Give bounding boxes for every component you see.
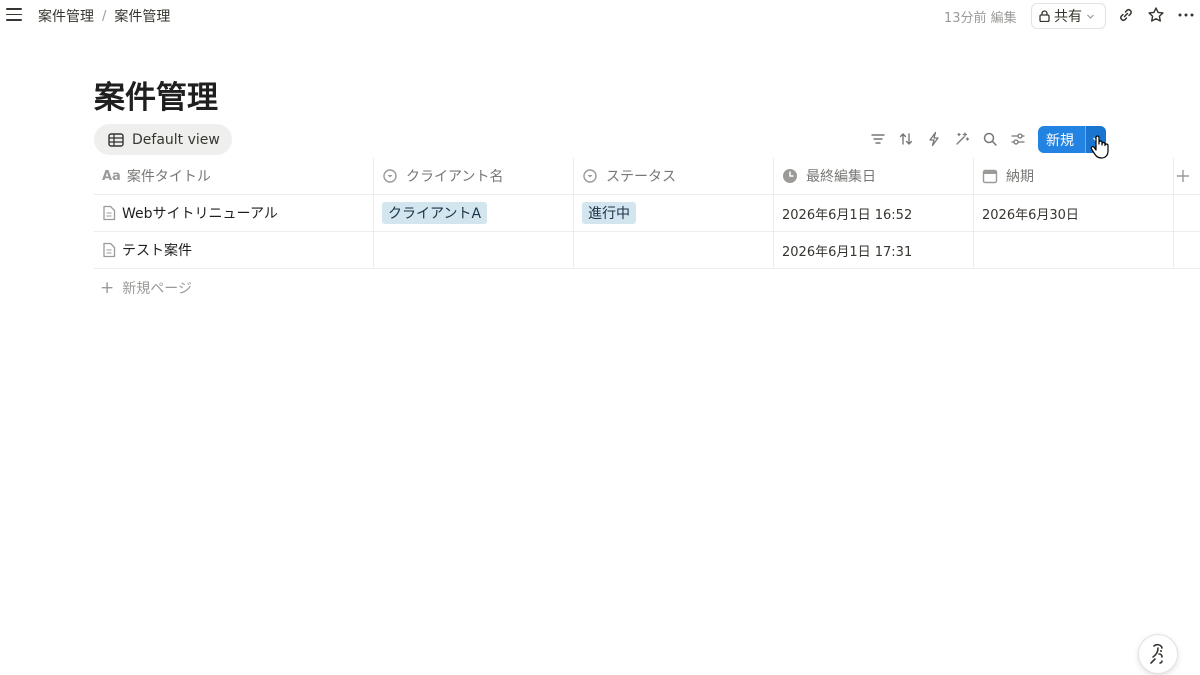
last-edited-text: 13分前 編集	[944, 11, 1017, 26]
due-value: 2026年6月30日	[982, 207, 1079, 223]
share-button[interactable]: 共有	[1031, 3, 1106, 29]
chevron-down-icon	[1087, 14, 1094, 19]
last-edited-cell: 2026年6月1日 16:52	[774, 195, 974, 231]
clock-icon	[783, 169, 797, 183]
status-cell[interactable]	[574, 232, 774, 268]
add-column-button[interactable]	[1174, 158, 1200, 194]
status-cell[interactable]: 進行中	[574, 195, 774, 231]
table-row[interactable]: Webサイトリニューアル クライアントA 進行中 2026年6月1日 16:52…	[94, 195, 1200, 232]
new-button-label: 新規	[1046, 132, 1074, 149]
search-icon[interactable]	[982, 131, 998, 147]
help-assistant-button[interactable]	[1138, 634, 1178, 674]
more-options-icon[interactable]	[1177, 6, 1195, 24]
row-title: テスト案件	[122, 243, 192, 259]
assistant-face-icon	[1150, 643, 1163, 664]
new-button[interactable]: 新規	[1038, 126, 1086, 153]
due-cell[interactable]	[974, 232, 1174, 268]
breadcrumb-item-parent[interactable]: 案件管理	[38, 6, 94, 26]
top-bar: 案件管理 / 案件管理 13分前 編集 共有	[0, 0, 1200, 30]
plus-icon	[1176, 169, 1190, 183]
table-row[interactable]: テスト案件 2026年6月1日 17:31	[94, 232, 1200, 269]
share-label: 共有	[1054, 9, 1082, 25]
title-cell[interactable]: Webサイトリニューアル	[94, 195, 374, 231]
calendar-icon	[982, 169, 998, 184]
page-icon	[103, 205, 116, 221]
breadcrumb: 案件管理 / 案件管理	[38, 6, 170, 26]
lock-icon	[1039, 10, 1050, 22]
ai-sparkle-icon[interactable]	[954, 131, 970, 147]
select-property-icon	[583, 169, 597, 183]
filter-icon[interactable]	[870, 131, 886, 147]
column-header-title[interactable]: Aa 案件タイトル	[94, 158, 374, 194]
view-tab-label: Default view	[132, 131, 220, 148]
breadcrumb-item-current[interactable]: 案件管理	[114, 6, 170, 26]
empty-cell	[1174, 232, 1200, 268]
plus-icon: +	[100, 278, 115, 298]
last-edited-value: 2026年6月1日 16:52	[782, 207, 913, 223]
title-cell[interactable]: テスト案件	[94, 232, 374, 268]
view-tab-default[interactable]: Default view	[94, 124, 232, 155]
column-header-status[interactable]: ステータス	[574, 158, 774, 194]
column-header-label: クライアント名	[406, 169, 504, 185]
column-header-label: 納期	[1006, 169, 1034, 185]
hand-cursor-icon	[1090, 135, 1109, 159]
view-settings-icon[interactable]	[1010, 131, 1026, 147]
page-title[interactable]: 案件管理	[94, 72, 218, 117]
client-tag: クライアントA	[382, 202, 488, 224]
star-icon[interactable]	[1147, 6, 1165, 24]
status-tag: 進行中	[582, 202, 636, 224]
table-header-row: Aa 案件タイトル クライアント名 ステータス 最終編集日 納期	[94, 158, 1200, 195]
link-icon[interactable]	[1117, 6, 1135, 24]
row-title: Webサイトリニューアル	[122, 206, 278, 222]
text-property-icon: Aa	[102, 168, 121, 184]
client-cell[interactable]: クライアントA	[374, 195, 574, 231]
page-icon	[103, 242, 116, 258]
column-header-client[interactable]: クライアント名	[374, 158, 574, 194]
menu-icon[interactable]	[6, 8, 22, 22]
automation-bolt-icon[interactable]	[926, 131, 942, 147]
column-header-label: ステータス	[606, 169, 676, 185]
last-edited-value: 2026年6月1日 17:31	[782, 244, 913, 260]
empty-cell	[1174, 195, 1200, 231]
new-page-label: 新規ページ	[122, 281, 192, 297]
last-edited-cell: 2026年6月1日 17:31	[774, 232, 974, 268]
table-icon	[108, 132, 124, 147]
column-header-last-edited[interactable]: 最終編集日	[774, 158, 974, 194]
select-property-icon	[383, 169, 397, 183]
due-cell[interactable]: 2026年6月30日	[974, 195, 1174, 231]
client-cell[interactable]	[374, 232, 574, 268]
database-table: Aa 案件タイトル クライアント名 ステータス 最終編集日 納期 Webサイトリ…	[94, 158, 1200, 269]
new-page-button[interactable]: + 新規ページ	[100, 278, 192, 298]
column-header-due[interactable]: 納期	[974, 158, 1174, 194]
sort-icon[interactable]	[898, 131, 914, 147]
column-header-label: 最終編集日	[806, 169, 876, 185]
breadcrumb-separator: /	[102, 8, 107, 24]
column-header-label: 案件タイトル	[126, 169, 211, 185]
